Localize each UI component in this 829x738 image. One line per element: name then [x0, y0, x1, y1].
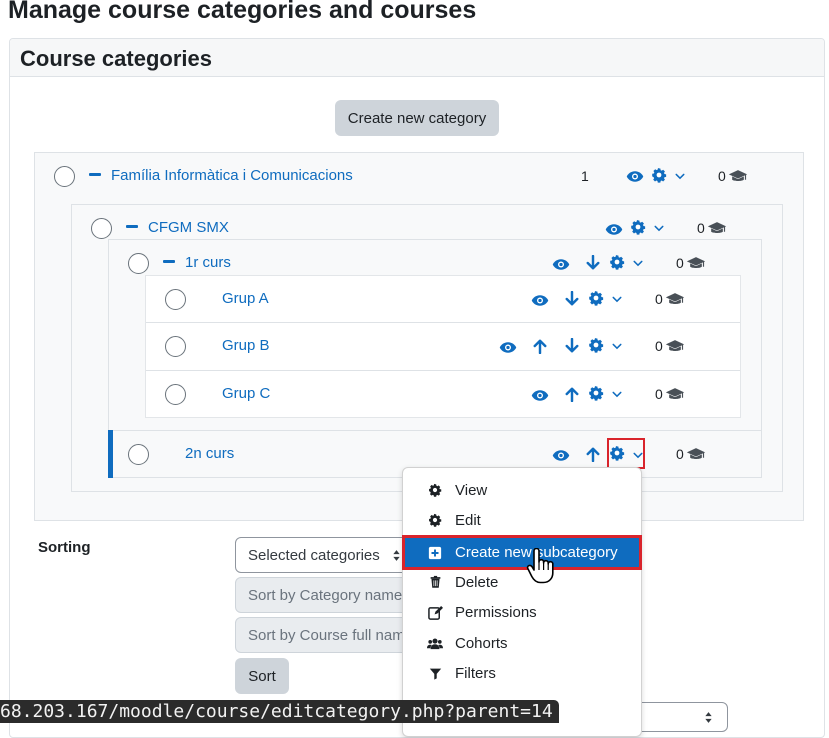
- menu-item-permissions[interactable]: Permissions: [403, 597, 641, 627]
- category-checkbox[interactable]: [165, 289, 186, 310]
- sort-category-select[interactable]: Sort by Category name: [235, 577, 410, 613]
- course-count: 1: [581, 168, 589, 184]
- menu-item-cohorts[interactable]: Cohorts: [403, 628, 641, 658]
- arrow-up-icon[interactable]: [563, 385, 581, 403]
- sort-scope-select[interactable]: Selected categories: [235, 537, 410, 573]
- category-checkbox[interactable]: [165, 336, 186, 357]
- menu-item-label: Filters: [455, 664, 496, 682]
- gear-icon[interactable]: [608, 444, 626, 462]
- graduation-cap-icon: [664, 385, 686, 403]
- graduation-cap-icon: [685, 254, 707, 272]
- eye-icon[interactable]: [605, 220, 623, 238]
- category-checkbox[interactable]: [54, 166, 75, 187]
- chevron-down-icon[interactable]: [629, 446, 647, 464]
- category-link-grup-b[interactable]: Grup B: [222, 337, 270, 354]
- hand-cursor-icon: [526, 548, 554, 584]
- menu-item-highlight: [402, 535, 642, 570]
- gear-icon[interactable]: [629, 218, 647, 236]
- chevron-down-icon[interactable]: [671, 167, 689, 185]
- gear-icon: [427, 512, 443, 528]
- create-new-category-button[interactable]: Create new category: [335, 100, 499, 136]
- users-icon: [427, 635, 443, 651]
- category-checkbox[interactable]: [91, 218, 112, 239]
- trash-icon: [427, 574, 443, 590]
- gear-icon[interactable]: [608, 253, 626, 271]
- subcategory-count: 0: [655, 291, 663, 307]
- sort-scope-value: Selected categories: [248, 546, 380, 564]
- sort-category-value: Sort by Category name: [248, 586, 403, 604]
- arrow-up-icon[interactable]: [531, 337, 549, 355]
- sorting-label: Sorting: [38, 539, 91, 556]
- menu-item-label: Cohorts: [455, 634, 508, 652]
- menu-item-label: View: [455, 481, 488, 499]
- arrow-down-icon[interactable]: [563, 337, 581, 355]
- gear-icon: [427, 482, 443, 498]
- chevron-down-icon[interactable]: [608, 385, 626, 403]
- arrow-down-icon[interactable]: [563, 290, 581, 308]
- menu-item-delete[interactable]: Delete: [403, 567, 641, 597]
- collapse-icon[interactable]: [163, 260, 175, 263]
- page-title: Manage course categories and courses: [8, 0, 477, 24]
- arrow-up-icon[interactable]: [584, 445, 602, 463]
- category-link-grup-a[interactable]: Grup A: [222, 290, 269, 307]
- category-link-grup-c[interactable]: Grup C: [222, 385, 270, 402]
- collapse-icon[interactable]: [89, 173, 101, 176]
- status-bar-url: 68.203.167/moodle/course/editcategory.ph…: [0, 700, 559, 723]
- select-arrows-icon: [699, 708, 717, 726]
- graduation-cap-icon: [685, 445, 707, 463]
- subcategory-count: 0: [676, 255, 684, 271]
- arrow-down-icon[interactable]: [584, 254, 602, 272]
- menu-item-edit[interactable]: Edit: [403, 505, 641, 535]
- eye-icon[interactable]: [499, 338, 517, 356]
- subcategory-count: 0: [676, 446, 684, 462]
- row-divider: [146, 370, 740, 371]
- collapse-icon[interactable]: [126, 225, 138, 228]
- filter-icon: [427, 665, 443, 681]
- category-checkbox[interactable]: [165, 384, 186, 405]
- subcategory-count: 0: [655, 338, 663, 354]
- eye-icon[interactable]: [552, 255, 570, 273]
- selected-row-indicator: [108, 430, 113, 478]
- sort-course-select[interactable]: Sort by Course full name: [235, 617, 410, 653]
- category-link-familia[interactable]: Família Informàtica i Comunicacions: [111, 167, 353, 184]
- menu-item-label: Delete: [455, 573, 499, 591]
- graduation-cap-icon: [664, 290, 686, 308]
- edit-icon: [427, 604, 443, 620]
- eye-icon[interactable]: [552, 446, 570, 464]
- eye-icon[interactable]: [531, 386, 549, 404]
- category-checkbox[interactable]: [128, 444, 149, 465]
- sort-button[interactable]: Sort: [235, 658, 289, 694]
- category-link-cfgm-smx[interactable]: CFGM SMX: [148, 219, 229, 236]
- menu-item-filters[interactable]: Filters: [403, 658, 641, 688]
- eye-icon[interactable]: [626, 167, 644, 185]
- gear-icon[interactable]: [650, 166, 668, 184]
- menu-item-label: Edit: [455, 511, 481, 529]
- subcategory-count: 0: [697, 220, 705, 236]
- subcategory-count: 0: [718, 168, 726, 184]
- menu-item-label: Permissions: [455, 603, 537, 621]
- graduation-cap-icon: [706, 219, 728, 237]
- menu-item-view[interactable]: View: [403, 475, 641, 505]
- row-divider: [109, 430, 761, 431]
- subcategory-count: 0: [655, 386, 663, 402]
- category-link-2n-curs[interactable]: 2n curs: [185, 445, 234, 462]
- eye-icon[interactable]: [531, 291, 549, 309]
- chevron-down-icon[interactable]: [650, 219, 668, 237]
- row-divider: [146, 322, 740, 323]
- chevron-down-icon[interactable]: [608, 290, 626, 308]
- gear-icon[interactable]: [587, 336, 605, 354]
- chevron-down-icon[interactable]: [629, 254, 647, 272]
- sort-course-value: Sort by Course full name: [248, 626, 410, 644]
- gear-icon[interactable]: [587, 384, 605, 402]
- graduation-cap-icon: [664, 337, 686, 355]
- category-checkbox[interactable]: [128, 253, 149, 274]
- graduation-cap-icon: [727, 167, 749, 185]
- chevron-down-icon[interactable]: [608, 337, 626, 355]
- card-title: Course categories: [20, 46, 212, 71]
- category-link-1r-curs[interactable]: 1r curs: [185, 254, 231, 271]
- gear-icon[interactable]: [587, 289, 605, 307]
